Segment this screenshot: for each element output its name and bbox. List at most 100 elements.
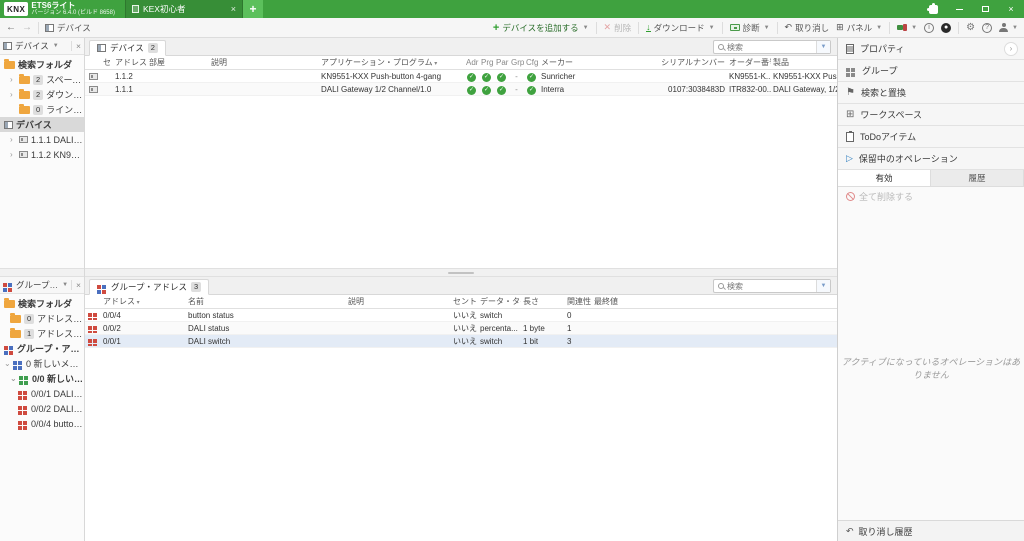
device-tree-item[interactable]: › 1.1.1 DALI Gate...	[0, 132, 84, 147]
col-datatype[interactable]: データ・タイ	[478, 296, 521, 307]
forward-button[interactable]: →	[22, 22, 32, 33]
search-folder-item[interactable]: 0 アドレスはコメント付き...	[0, 311, 84, 326]
col-manufacturer[interactable]: メーカー	[539, 57, 659, 68]
group-address-item[interactable]: 0/0/2 DALI status	[0, 401, 84, 416]
col-program[interactable]: アプリケーション・プログラム	[319, 57, 464, 68]
col-central[interactable]: セントラ	[451, 296, 478, 307]
project-tab[interactable]: KEX初心者 ×	[125, 0, 243, 18]
minimize-button[interactable]	[946, 0, 972, 18]
settings-gear-button[interactable]: ⚙	[966, 22, 975, 33]
col-name[interactable]: 名前	[186, 296, 346, 307]
project-tab-close-icon[interactable]: ×	[231, 4, 236, 14]
close-panel-icon[interactable]: ×	[71, 280, 81, 290]
col-room[interactable]: 部屋	[147, 57, 209, 68]
group-address-tree-header[interactable]: グループ・アドレス ▼ ×	[0, 277, 84, 294]
col-description[interactable]: 説明	[346, 296, 451, 307]
sidebar-item-pending-operations[interactable]: ▷ 保留中のオペレーション	[838, 148, 1024, 170]
group-address-row-selected[interactable]: 0/0/1 DALI switch いいえ switch 1 bit 3	[85, 335, 837, 348]
devices-search-input[interactable]	[727, 43, 816, 52]
search-folders-root[interactable]: 検索フォルダ	[0, 296, 84, 311]
sidebar-item-workspaces[interactable]: ⊞ ワークスペース	[838, 104, 1024, 126]
col-address[interactable]: アドレス	[101, 296, 186, 307]
horizontal-splitter[interactable]	[0, 268, 84, 277]
chevron-right-icon[interactable]: ›	[1004, 42, 1018, 56]
maximize-button[interactable]	[972, 0, 998, 18]
group-addresses-search-input[interactable]	[727, 282, 816, 291]
minimize-icon	[956, 9, 963, 10]
undo-history-button[interactable]: ↶ 取り消し履歴	[838, 520, 1024, 541]
devices-table-body: 1.1.2 KN9551-KXX Push-button 4-gang - Su…	[85, 70, 837, 268]
search-folder-item[interactable]: › 2 ダウンロードが...	[0, 87, 84, 102]
group-address-row[interactable]: 0/0/2 DALI status いいえ percenta... 1 byte…	[85, 322, 837, 335]
search-folder-item[interactable]: 1 アドレスは割り当てられ...	[0, 326, 84, 341]
extensions-button[interactable]	[920, 0, 946, 18]
tab-active-operations[interactable]: 有効	[838, 170, 931, 186]
col-description[interactable]: 説明	[209, 57, 319, 68]
user-account-button[interactable]: ▼	[999, 23, 1018, 32]
chevron-down-icon[interactable]: ▼	[62, 282, 68, 288]
collapse-icon[interactable]: ⌄	[4, 359, 10, 368]
delete-button[interactable]: ✕ 削除	[604, 22, 632, 34]
col-cfg[interactable]: Cfg	[524, 58, 539, 67]
breadcrumb[interactable]: デバイス	[45, 22, 91, 34]
devices-root-item[interactable]: デバイス	[0, 117, 84, 132]
col-length[interactable]: 長さ	[521, 296, 565, 307]
close-panel-icon[interactable]: ×	[71, 41, 81, 51]
back-button[interactable]: ←	[6, 22, 16, 33]
col-grp[interactable]: Grp	[509, 58, 524, 67]
expander-icon[interactable]: ›	[10, 90, 16, 99]
status-indicator-button[interactable]: ●	[941, 23, 951, 33]
devices-tree-header[interactable]: デバイス ▼ ×	[0, 38, 84, 55]
clear-all-button[interactable]: 全て削除する	[838, 187, 1024, 205]
col-product[interactable]: 製品	[771, 57, 837, 68]
device-row[interactable]: 1.1.1 DALI Gateway 1/2 Channel/1.0 - Int…	[85, 83, 837, 96]
main-group-item[interactable]: ⌄ 0 新しいメイン・グループ	[0, 356, 84, 371]
group-address-item[interactable]: 0/0/4 button status	[0, 416, 84, 431]
col-serial[interactable]: シリアルナンバー	[659, 57, 727, 68]
group-address-row[interactable]: 0/0/4 button status いいえ switch 0	[85, 309, 837, 322]
close-button[interactable]: ×	[998, 0, 1024, 18]
chevron-down-icon[interactable]: ▼	[53, 43, 59, 49]
collapse-icon[interactable]: ⌄	[10, 374, 16, 383]
search-folder-item[interactable]: › 2 スペースに割...	[0, 72, 84, 87]
add-device-button[interactable]: + デバイスを追加する ▼	[493, 22, 589, 34]
col-last-value[interactable]: 最終値	[592, 296, 632, 307]
diagnostics-button[interactable]: 診断 ▼	[730, 22, 770, 34]
middle-group-item[interactable]: ⌄ 0/0 新しいミドル・グループ	[0, 371, 84, 386]
cfg-status-icon	[524, 84, 539, 95]
device-row[interactable]: 1.1.2 KN9551-KXX Push-button 4-gang - Su…	[85, 70, 837, 83]
expander-icon[interactable]: ›	[10, 135, 16, 144]
col-prg[interactable]: Prg	[479, 58, 494, 67]
sidebar-item-todo[interactable]: ToDoアイテム	[838, 126, 1024, 148]
search-filter-dropdown[interactable]: ▼	[816, 280, 830, 292]
col-order[interactable]: オーダー番号	[727, 57, 771, 68]
info-button[interactable]: i	[924, 23, 934, 33]
help-button[interactable]: ?	[982, 23, 992, 33]
group-addresses-root-item[interactable]: グループ・アドレス	[0, 341, 84, 356]
expander-icon[interactable]: ›	[10, 150, 16, 159]
tab-history[interactable]: 履歴	[931, 170, 1024, 186]
bus-connection-button[interactable]: ▼	[897, 23, 917, 32]
search-folder-item[interactable]: 0 ラインに割り...	[0, 102, 84, 117]
col-par[interactable]: Par	[494, 58, 509, 67]
devices-tab[interactable]: デバイス 2	[89, 40, 166, 56]
panels-button[interactable]: ⊞ パネル ▼	[836, 22, 882, 34]
group-addresses-tab[interactable]: グループ・アドレス 3	[89, 279, 209, 295]
expander-icon[interactable]: ›	[10, 75, 16, 84]
col-security[interactable]: セ	[101, 57, 113, 68]
sidebar-item-group[interactable]: グループ	[838, 60, 1024, 82]
col-adr[interactable]: Adr	[464, 58, 479, 67]
device-tree-item[interactable]: › 1.1.2 KN9551-...	[0, 147, 84, 162]
undo-button[interactable]: ↶ 取り消し	[785, 22, 830, 34]
col-associations[interactable]: 関連性	[565, 296, 592, 307]
sidebar-item-find-replace[interactable]: ⚑ 検索と置換	[838, 82, 1024, 104]
group-address-item[interactable]: 0/0/1 DALI switch	[0, 386, 84, 401]
download-button[interactable]: ↓ ダウンロード ▼	[646, 22, 714, 34]
horizontal-splitter[interactable]	[85, 268, 837, 277]
search-folders-root[interactable]: 検索フォルダ	[0, 57, 84, 72]
new-tab-button[interactable]: +	[243, 0, 263, 18]
search-filter-dropdown[interactable]: ▼	[816, 41, 830, 53]
workspace-icon: ⊞	[846, 109, 854, 120]
sidebar-item-properties[interactable]: プロパティ ›	[838, 38, 1024, 60]
col-address[interactable]: アドレス	[113, 57, 147, 68]
